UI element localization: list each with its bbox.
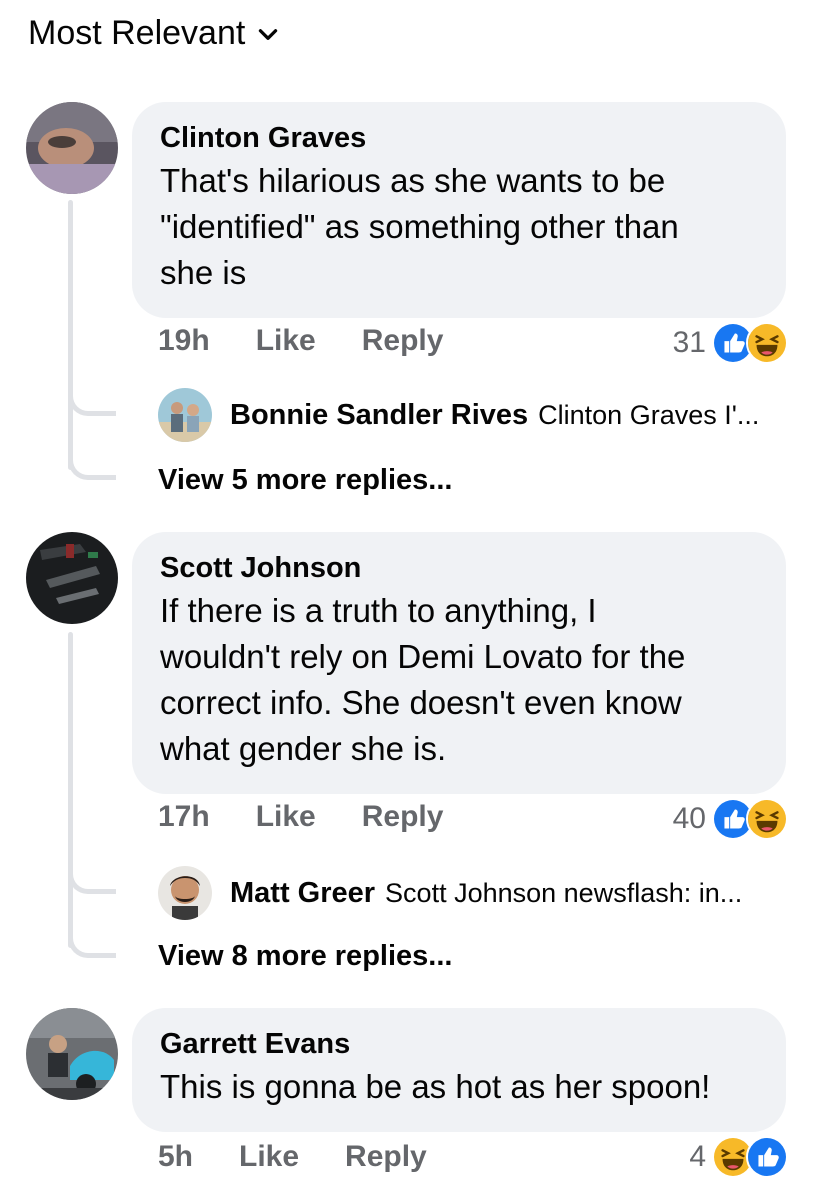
comment-author[interactable]: Scott Johnson — [160, 550, 760, 586]
reaction-count: 31 — [672, 326, 706, 359]
reply-button[interactable]: Reply — [362, 800, 444, 834]
reply-preview[interactable]: Bonnie Sandler Rives Clinton Graves I'..… — [158, 388, 786, 442]
avatar[interactable] — [158, 388, 212, 442]
comment-line: what gender she is. — [160, 730, 447, 767]
comment-line: "identified" as something other than — [160, 208, 679, 245]
avatar[interactable] — [26, 532, 118, 624]
reply-preview[interactable]: Matt Greer Scott Johnson newsflash: in..… — [158, 866, 786, 920]
sort-label: Most Relevant — [28, 14, 246, 52]
sort-dropdown[interactable]: Most Relevant — [28, 14, 281, 53]
comment-bubble: Clinton Graves That's hilarious as she w… — [132, 102, 786, 318]
thread-line — [68, 200, 73, 470]
comment-actions: 19h Like Reply — [158, 324, 489, 358]
comment-author[interactable]: Garrett Evans — [160, 1026, 760, 1062]
comment-actions: 5h Like Reply — [158, 1140, 473, 1174]
comment-line: wouldn't rely on Demi Lovato for the — [160, 638, 686, 675]
comment-text: That's hilarious as she wants to be "ide… — [160, 158, 760, 296]
thread-connector — [68, 396, 116, 416]
reply-button[interactable]: Reply — [345, 1140, 427, 1174]
avatar[interactable] — [26, 1008, 118, 1100]
thread-connector — [68, 460, 116, 480]
thread-connector — [68, 874, 116, 894]
comment-actions: 17h Like Reply — [158, 800, 489, 834]
reply-text: Clinton Graves I'... — [538, 399, 760, 430]
reply-author[interactable]: Bonnie Sandler Rives — [230, 399, 528, 432]
comment-time[interactable]: 19h — [158, 324, 210, 358]
avatar[interactable] — [26, 102, 118, 194]
haha-icon — [746, 322, 788, 364]
thread-line — [68, 632, 73, 948]
comment-bubble: Garrett Evans This is gonna be as hot as… — [132, 1008, 786, 1132]
reaction-count: 40 — [672, 802, 706, 835]
thread-connector — [68, 938, 116, 958]
view-more-replies[interactable]: View 8 more replies... — [158, 940, 452, 973]
chevron-down-icon — [255, 21, 281, 47]
like-button[interactable]: Like — [256, 324, 316, 358]
reply-text: Scott Johnson newsflash: in... — [385, 877, 743, 908]
comment-line: correct info. She doesn't even know — [160, 684, 682, 721]
view-more-replies[interactable]: View 5 more replies... — [158, 464, 452, 497]
comment-line: she is — [160, 254, 247, 291]
reaction-summary[interactable]: 4 — [689, 1136, 788, 1178]
comment-text: If there is a truth to anything, I would… — [160, 588, 760, 772]
comment-line: This is gonna be as hot as her spoon! — [160, 1068, 711, 1105]
like-button[interactable]: Like — [256, 800, 316, 834]
comment-bubble: Scott Johnson If there is a truth to any… — [132, 532, 786, 794]
reply-author[interactable]: Matt Greer — [230, 877, 375, 910]
comment-author[interactable]: Clinton Graves — [160, 120, 760, 156]
reaction-count: 4 — [689, 1140, 706, 1173]
like-icon — [746, 1136, 788, 1178]
comment-line: If there is a truth to anything, I — [160, 592, 597, 629]
comment-line: That's hilarious as she wants to be — [160, 162, 666, 199]
comment-text: This is gonna be as hot as her spoon! — [160, 1064, 760, 1110]
reply-button[interactable]: Reply — [362, 324, 444, 358]
reaction-summary[interactable]: 31 — [673, 322, 788, 364]
comment-time[interactable]: 17h — [158, 800, 210, 834]
reaction-summary[interactable]: 40 — [673, 798, 788, 840]
avatar[interactable] — [158, 866, 212, 920]
haha-icon — [746, 798, 788, 840]
comment-time[interactable]: 5h — [158, 1140, 193, 1174]
like-button[interactable]: Like — [239, 1140, 299, 1174]
